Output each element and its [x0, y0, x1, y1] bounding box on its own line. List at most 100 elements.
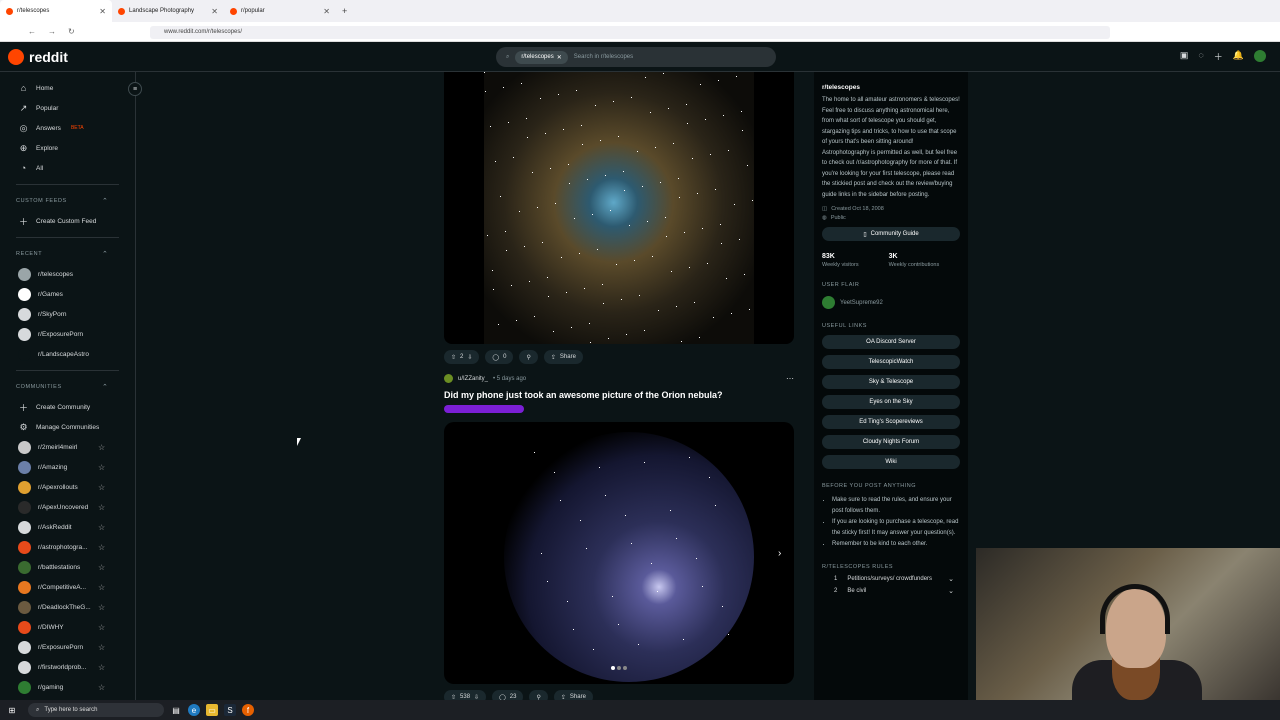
star-dot — [545, 133, 546, 134]
share-button[interactable]: ⇪ Share — [543, 350, 583, 364]
reload-icon[interactable]: ↻ — [68, 27, 75, 36]
star-dot — [484, 72, 485, 73]
useful-link-button[interactable]: Cloudy Nights Forum — [822, 435, 960, 449]
downvote-icon[interactable]: ⇩ — [467, 354, 472, 361]
search-input[interactable]: Search in r/telescopes — [574, 54, 633, 60]
firefox-icon[interactable]: f — [242, 704, 254, 716]
user-avatar[interactable] — [1254, 50, 1266, 62]
carousel-next-icon[interactable]: › — [778, 548, 781, 559]
sidebar-item-label: r/SkyPorn — [38, 310, 67, 318]
sidebar-community-item[interactable]: r/battlestations ☆ — [0, 557, 135, 577]
sidebar-item-explore[interactable]: ⊕ Explore — [0, 138, 135, 158]
useful-link-button[interactable]: Sky & Telescope — [822, 375, 960, 389]
favorite-star-icon[interactable]: ☆ — [98, 483, 105, 492]
clear-chip-icon[interactable]: ✕ — [557, 54, 562, 61]
post-author[interactable]: u/IZZanity_ — [458, 376, 488, 382]
sidebar-community-item[interactable]: r/DeadlockTheG... ☆ — [0, 597, 135, 617]
post-image[interactable] — [444, 72, 794, 344]
browser-tab[interactable]: r/popular ✕ — [224, 0, 336, 22]
communities-heading[interactable]: COMMUNITIES ⌃ — [0, 377, 135, 397]
close-tab-icon[interactable]: ✕ — [211, 7, 218, 16]
user-flair[interactable]: YeetSupreme92 — [822, 296, 960, 309]
sidebar-community-item[interactable]: r/ApexUncovered ☆ — [0, 497, 135, 517]
file-explorer-icon[interactable]: ▭ — [206, 704, 218, 716]
favorite-star-icon[interactable]: ☆ — [98, 583, 105, 592]
post-flair[interactable] — [444, 405, 524, 413]
favorite-star-icon[interactable]: ☆ — [98, 643, 105, 652]
forward-icon[interactable]: → — [48, 27, 56, 36]
advertise-icon[interactable]: ▣ — [1180, 50, 1189, 63]
task-view-icon[interactable]: ▤ — [170, 704, 182, 716]
useful-link-button[interactable]: OA Discord Server — [822, 335, 960, 349]
browser-tab[interactable]: Landscape Photography ✕ — [112, 0, 224, 22]
rule-item[interactable]: 1 Petitions/surveys/ crowdfunders ⌄ — [822, 576, 960, 583]
useful-link-button[interactable]: Eyes on the Sky — [822, 395, 960, 409]
sidebar-community-item[interactable]: r/Games — [0, 284, 135, 304]
sidebar-community-item[interactable]: r/SkyPorn — [0, 304, 135, 324]
windows-start-icon[interactable]: ⊞ — [6, 704, 18, 716]
new-tab-icon[interactable]: + — [342, 6, 347, 16]
post-image[interactable]: › — [444, 422, 794, 684]
useful-link-button[interactable]: Ed Ting's Scopereviews — [822, 415, 960, 429]
edge-icon[interactable]: e — [188, 704, 200, 716]
sidebar-community-item[interactable]: r/DIWHY ☆ — [0, 617, 135, 637]
favorite-star-icon[interactable]: ☆ — [98, 563, 105, 572]
sidebar-community-item[interactable]: r/ExposurePorn ☆ — [0, 637, 135, 657]
favorite-star-icon[interactable]: ☆ — [98, 503, 105, 512]
sidebar-community-item[interactable]: r/CompetitiveA... ☆ — [0, 577, 135, 597]
sidebar-community-item[interactable]: r/telescopes — [0, 264, 135, 284]
back-icon[interactable]: ← — [28, 27, 36, 36]
more-options-icon[interactable]: ⋯ — [786, 374, 794, 383]
rule-item[interactable]: 2 Be civil ⌄ — [822, 588, 960, 595]
sidebar-item-home[interactable]: ⌂ Home — [0, 78, 135, 98]
chat-icon[interactable]: ◌ — [1198, 50, 1203, 63]
favorite-star-icon[interactable]: ☆ — [98, 543, 105, 552]
sidebar-item-popular[interactable]: ↗ Popular — [0, 98, 135, 118]
favorite-star-icon[interactable]: ☆ — [98, 463, 105, 472]
sidebar-community-item[interactable]: r/AskReddit ☆ — [0, 517, 135, 537]
award-button[interactable]: ⚲ — [519, 350, 538, 364]
taskbar-search[interactable]: ⌕ Type here to search — [28, 703, 164, 717]
sidebar-item-all[interactable]: ◔ All — [0, 158, 135, 178]
favorite-star-icon[interactable]: ☆ — [98, 623, 105, 632]
reddit-logo[interactable]: reddit — [8, 49, 68, 65]
favorite-star-icon[interactable]: ☆ — [98, 603, 105, 612]
star-dot — [576, 90, 577, 91]
favorite-star-icon[interactable]: ☆ — [98, 663, 105, 672]
custom-feeds-heading[interactable]: CUSTOM FEEDS ⌃ — [0, 191, 135, 211]
search-scope-chip[interactable]: r/telescopes ✕ — [515, 50, 568, 64]
notifications-icon[interactable]: 🔔 — [1233, 50, 1244, 63]
sidebar-community-item[interactable]: r/LandscapeAstro — [0, 344, 135, 364]
manage-communities-button[interactable]: ⚙ Manage Communities — [0, 417, 135, 437]
taskbar-search-input[interactable]: Type here to search — [44, 707, 97, 713]
sidebar-item-answers[interactable]: ◎ Answers BETA — [0, 118, 135, 138]
close-tab-icon[interactable]: ✕ — [323, 7, 330, 16]
sidebar-community-item[interactable]: r/gaming ☆ — [0, 677, 135, 697]
favorite-star-icon[interactable]: ☆ — [98, 443, 105, 452]
sidebar-community-item[interactable]: r/astrophotogra... ☆ — [0, 537, 135, 557]
upvote-icon[interactable]: ⇧ — [451, 354, 456, 361]
search-bar[interactable]: ⌕ r/telescopes ✕ Search in r/telescopes — [496, 47, 776, 67]
sidebar-community-item[interactable]: r/Apexrollouts ☆ — [0, 477, 135, 497]
browser-tab[interactable]: r/telescopes ✕ — [0, 0, 112, 22]
star-dot — [624, 190, 625, 191]
url-field[interactable]: www.reddit.com/r/telescopes/ — [150, 26, 1110, 39]
comments-button[interactable]: ◯ 0 — [485, 350, 514, 364]
sidebar-community-item[interactable]: r/Amazing ☆ — [0, 457, 135, 477]
sidebar-community-item[interactable]: r/firstworldprob... ☆ — [0, 657, 135, 677]
create-post-icon[interactable]: ＋ — [1214, 50, 1223, 63]
create-custom-feed-button[interactable]: ＋ Create Custom Feed — [0, 211, 135, 231]
user-avatar[interactable] — [444, 374, 453, 383]
community-guide-button[interactable]: ▯ Community Guide — [822, 227, 960, 241]
close-tab-icon[interactable]: ✕ — [99, 7, 106, 16]
favorite-star-icon[interactable]: ☆ — [98, 683, 105, 692]
recent-heading[interactable]: RECENT ⌃ — [0, 244, 135, 264]
steam-icon[interactable]: S — [224, 704, 236, 716]
create-community-button[interactable]: ＋ Create Community — [0, 397, 135, 417]
sidebar-community-item[interactable]: r/ExposurePorn — [0, 324, 135, 344]
post-title[interactable]: Did my phone just took an awesome pictur… — [444, 390, 794, 400]
favorite-star-icon[interactable]: ☆ — [98, 523, 105, 532]
useful-link-button[interactable]: TelescopicWatch — [822, 355, 960, 369]
useful-link-button[interactable]: Wiki — [822, 455, 960, 469]
sidebar-community-item[interactable]: r/2meirl4meirl ☆ — [0, 437, 135, 457]
